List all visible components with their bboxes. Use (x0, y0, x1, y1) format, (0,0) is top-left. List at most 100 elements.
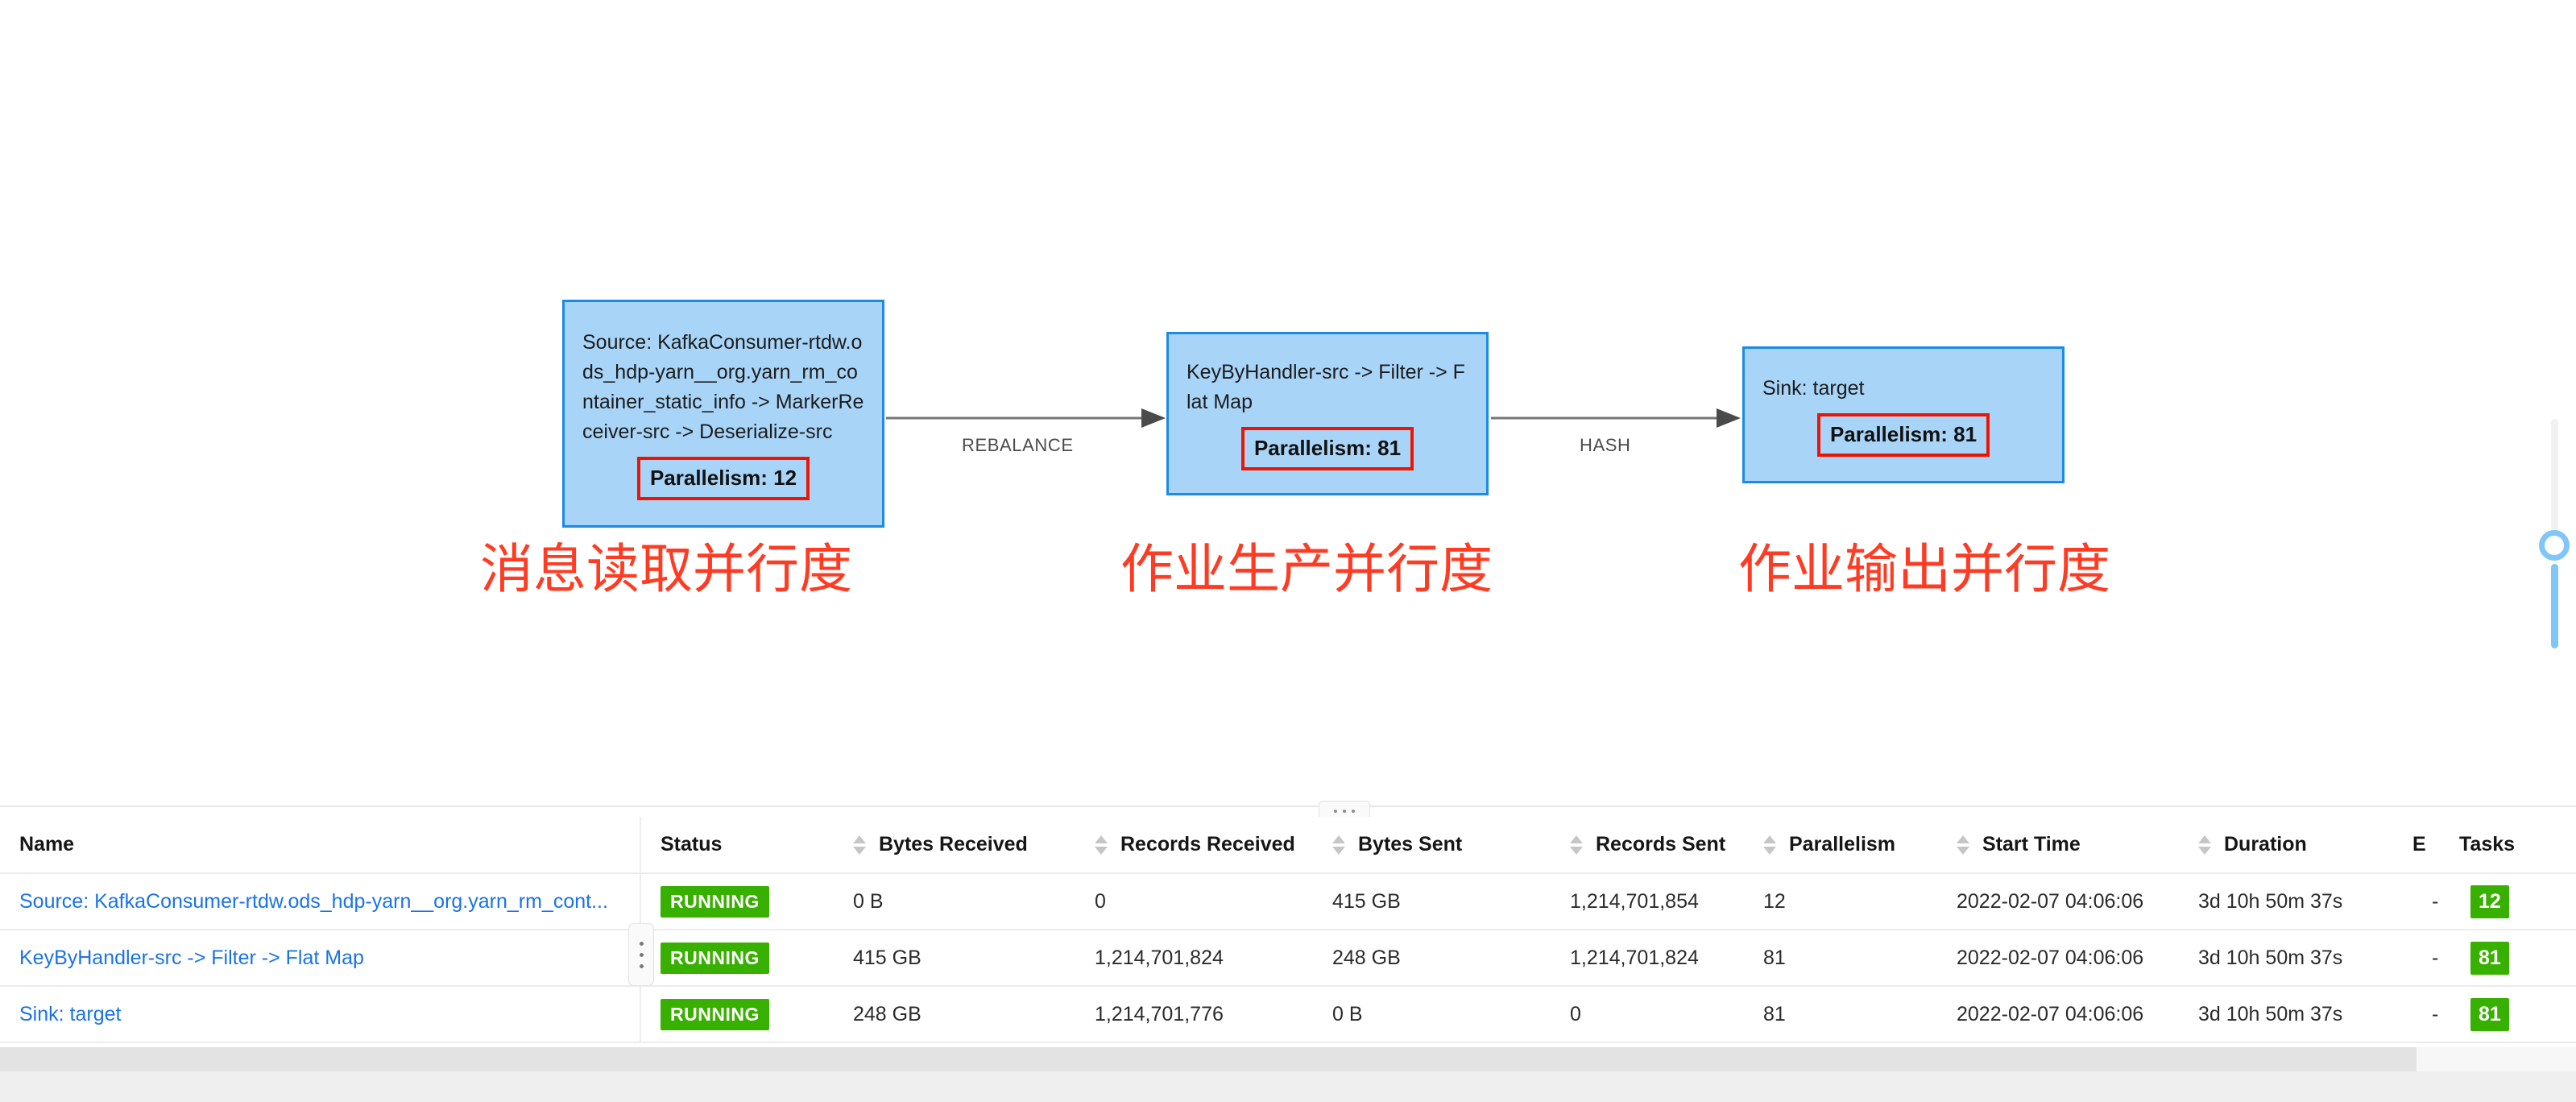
graph-node-keyby-parallelism-highlight: Parallelism: 81 (1240, 426, 1414, 470)
cell-bytes-sent: 0 B (1313, 986, 1551, 1043)
column-resize-handle[interactable] (628, 923, 654, 986)
status-badge: RUNNING (661, 942, 769, 974)
cell-parallelism: 12 (1744, 873, 1937, 930)
vertex-name-link[interactable]: Sink: target (19, 1003, 121, 1025)
annotation-sink-parallelism: 作业输出并行度 (1738, 538, 2110, 600)
column-header-status-label: Status (661, 833, 723, 856)
column-header-bytes-received-label: Bytes Received (879, 833, 1028, 856)
resize-dot-icon (639, 941, 644, 946)
column-header-duration[interactable]: Duration (2179, 817, 2412, 874)
column-header-duration-label: Duration (2224, 833, 2307, 856)
cell-name[interactable]: KeyByHandler-src -> Filter -> Flat Map (0, 930, 640, 987)
cell-status: RUNNING (640, 986, 834, 1043)
column-header-records-sent-label: Records Sent (1596, 833, 1726, 856)
column-header-bytes-sent[interactable]: Bytes Sent (1313, 817, 1551, 874)
splitter-dot-icon (1343, 810, 1346, 813)
graph-node-keyby-title: KeyByHandler-src -> Filter -> Flat Map (1187, 360, 1465, 413)
column-header-status[interactable]: Status (640, 817, 834, 874)
cell-duration: 3d 10h 50m 37s (2179, 873, 2412, 930)
sort-toggle-icon[interactable] (853, 835, 866, 855)
vertex-name-link[interactable]: Source: KafkaConsumer-rtdw.ods_hdp-yarn_… (19, 890, 608, 913)
sort-toggle-icon[interactable] (1763, 835, 1776, 855)
cell-records-sent: 1,214,701,824 (1551, 930, 1744, 987)
graph-node-keyby[interactable]: KeyByHandler-src -> Filter -> Flat Map P… (1166, 332, 1489, 495)
table-header-row: Name Status Bytes Received Records Recei… (0, 817, 2576, 874)
cell-records-received: 0 (1075, 873, 1313, 930)
zoom-slider-knob[interactable] (2539, 530, 2570, 561)
cell-records-sent: 0 (1551, 986, 1744, 1043)
zoom-slider-track[interactable] (2551, 419, 2558, 536)
column-header-tasks[interactable]: Tasks (2451, 817, 2576, 874)
vertices-table: Name Status Bytes Received Records Recei… (0, 817, 2576, 1043)
cell-start-time: 2022-02-07 04:06:06 (1937, 986, 2179, 1043)
vertex-name-link[interactable]: KeyByHandler-src -> Filter -> Flat Map (19, 947, 364, 969)
graph-node-sink-title: Sink: target (1762, 376, 1865, 400)
cell-status: RUNNING (640, 930, 834, 987)
column-header-parallelism-label: Parallelism (1789, 833, 1896, 856)
cell-bytes-sent: 248 GB (1313, 930, 1551, 987)
table-row[interactable]: Sink: target RUNNING 248 GB 1,214,701,77… (0, 986, 2576, 1043)
column-header-start-time[interactable]: Start Time (1937, 817, 2179, 874)
column-header-parallelism[interactable]: Parallelism (1744, 817, 1937, 874)
resize-dot-icon (639, 952, 644, 957)
table-row[interactable]: KeyByHandler-src -> Filter -> Flat Map R… (0, 930, 2576, 987)
cell-status: RUNNING (640, 873, 834, 930)
annotation-source-parallelism: 消息读取并行度 (480, 538, 852, 600)
sort-toggle-icon[interactable] (1332, 835, 1345, 855)
cell-bytes-sent: 415 GB (1313, 873, 1551, 930)
table-horizontal-scrollbar[interactable] (0, 1047, 2576, 1071)
edge-label-rebalance: REBALANCE (962, 435, 1074, 455)
cell-end-time: - (2412, 930, 2451, 987)
cell-parallelism: 81 (1744, 930, 1937, 987)
job-graph-canvas[interactable]: Source: KafkaConsumer-rtdw.ods_hdp-yarn_… (0, 0, 2576, 807)
status-badge: RUNNING (661, 998, 769, 1030)
column-header-end-time-label: E (2412, 833, 2426, 856)
column-header-records-sent[interactable]: Records Sent (1551, 817, 1744, 874)
column-header-bytes-received[interactable]: Bytes Received (834, 817, 1075, 874)
cell-end-time: - (2412, 873, 2451, 930)
graph-node-sink[interactable]: Sink: target Parallelism: 81 (1742, 346, 2065, 483)
sort-toggle-icon[interactable] (1570, 835, 1583, 855)
cell-start-time: 2022-02-07 04:06:06 (1937, 930, 2179, 987)
cell-bytes-received: 0 B (834, 873, 1075, 930)
sort-toggle-icon[interactable] (1095, 835, 1108, 855)
edge-label-hash: HASH (1580, 435, 1631, 455)
cell-duration: 3d 10h 50m 37s (2179, 930, 2412, 987)
table-horizontal-scrollbar-thumb[interactable] (0, 1047, 2417, 1071)
sort-toggle-icon[interactable] (2198, 835, 2211, 855)
cell-name[interactable]: Source: KafkaConsumer-rtdw.ods_hdp-yarn_… (0, 873, 640, 930)
column-header-records-received-label: Records Received (1120, 833, 1295, 856)
column-header-name[interactable]: Name (0, 817, 640, 874)
resize-dot-icon (639, 963, 644, 968)
cell-name[interactable]: Sink: target (0, 986, 640, 1043)
cell-parallelism: 81 (1744, 986, 1937, 1043)
splitter-dot-icon (1334, 810, 1337, 813)
graph-node-sink-parallelism-highlight: Parallelism: 81 (1816, 412, 1990, 457)
cell-records-sent: 1,214,701,854 (1551, 873, 1744, 930)
column-header-end-time[interactable]: E (2412, 817, 2451, 874)
cell-tasks: 12 (2451, 873, 2576, 930)
sort-toggle-icon[interactable] (1957, 835, 1969, 855)
table-row[interactable]: Source: KafkaConsumer-rtdw.ods_hdp-yarn_… (0, 873, 2576, 930)
graph-node-source[interactable]: Source: KafkaConsumer-rtdw.ods_hdp-yarn_… (562, 300, 884, 528)
column-header-start-time-label: Start Time (1982, 833, 2081, 856)
cell-bytes-received: 248 GB (834, 986, 1075, 1043)
page-bottom-filler (0, 1071, 2576, 1102)
column-header-tasks-label: Tasks (2459, 833, 2516, 856)
graph-zoom-slider[interactable] (2529, 419, 2576, 685)
zoom-slider-fill (2551, 564, 2558, 648)
column-header-records-received[interactable]: Records Received (1075, 817, 1313, 874)
splitter-dot-icon (1352, 810, 1355, 813)
cell-duration: 3d 10h 50m 37s (2179, 986, 2412, 1043)
status-badge: RUNNING (661, 885, 769, 918)
graph-node-source-parallelism-highlight: Parallelism: 12 (636, 456, 810, 500)
cell-records-received: 1,214,701,824 (1075, 930, 1313, 987)
cell-start-time: 2022-02-07 04:06:06 (1937, 873, 2179, 930)
tasks-badge: 81 (2470, 997, 2509, 1031)
panel-splitter[interactable] (0, 806, 2576, 817)
cell-tasks: 81 (2451, 930, 2576, 987)
cell-end-time: - (2412, 986, 2451, 1043)
graph-node-source-title: Source: KafkaConsumer-rtdw.ods_hdp-yarn_… (582, 330, 864, 443)
cell-bytes-received: 415 GB (834, 930, 1075, 987)
column-header-name-label: Name (19, 833, 75, 856)
